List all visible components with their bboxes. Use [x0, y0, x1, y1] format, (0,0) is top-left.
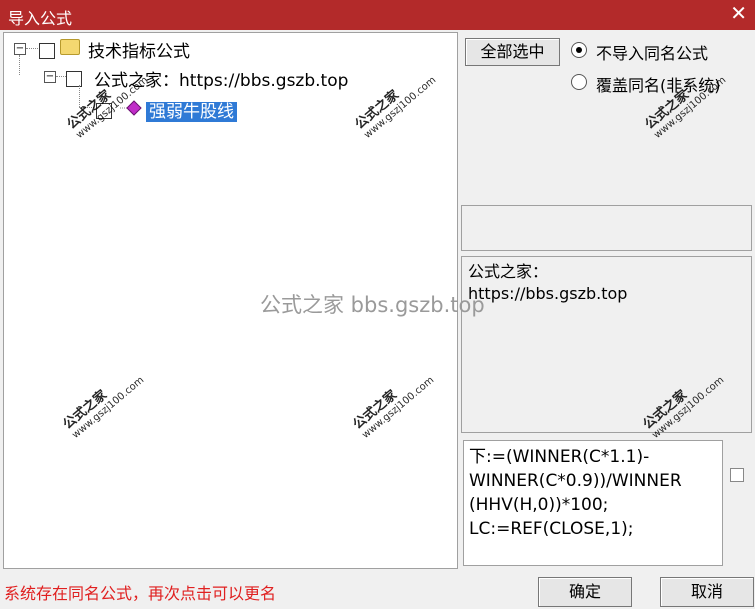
radio-no-import-label[interactable]: 不导入同名公式 — [596, 40, 708, 64]
formula-source-text[interactable]: 下:=(WINNER(C*1.1)- WINNER(C*0.9))/WINNER… — [463, 440, 723, 566]
selected-formula-label[interactable]: 强弱牛股线 — [146, 102, 237, 122]
select-all-button[interactable]: 全部选中 — [465, 38, 560, 66]
cancel-button[interactable]: 取消 — [660, 577, 754, 607]
formula-line: WINNER(C*0.9))/WINNER — [469, 471, 682, 491]
formula-line: 下:=(WINNER(C*1.1)- — [469, 447, 650, 467]
status-message: 系统存在同名公式，再次点击可以更名 — [4, 584, 277, 603]
tree-connector — [56, 76, 66, 77]
expand-collapse-icon[interactable]: − — [44, 71, 56, 83]
formula-toggle-checkbox[interactable] — [730, 468, 744, 482]
radio-no-import[interactable] — [571, 42, 587, 58]
tree-item-formula[interactable]: 强弱牛股线 — [146, 97, 237, 122]
center-watermark: 公式之家 bbs.gszb.top — [260, 293, 485, 317]
formula-line: (HHV(H,0))*100; — [469, 495, 609, 515]
tree-connector — [19, 55, 20, 75]
window-titlebar: 导入公式 ✕ — [0, 0, 755, 30]
close-icon[interactable]: ✕ — [730, 3, 747, 23]
folder-icon — [60, 39, 80, 55]
window-title: 导入公式 — [8, 9, 73, 28]
tree-item-technical-indicators[interactable]: 技术指标公式 — [88, 37, 190, 62]
description-line-1: 公式之家： — [468, 262, 549, 281]
description-panel: 公式之家： https://bbs.gszb.top — [461, 256, 752, 433]
root-checkbox[interactable] — [39, 43, 55, 59]
ok-button[interactable]: 确定 — [538, 577, 632, 607]
description-line-2: https://bbs.gszb.top — [468, 284, 628, 303]
expand-collapse-icon[interactable]: − — [14, 43, 26, 55]
info-box — [461, 205, 752, 251]
tree-connector — [26, 48, 38, 49]
formula-line: LC:=REF(CLOSE,1); — [469, 519, 634, 539]
radio-overwrite[interactable] — [571, 74, 587, 90]
